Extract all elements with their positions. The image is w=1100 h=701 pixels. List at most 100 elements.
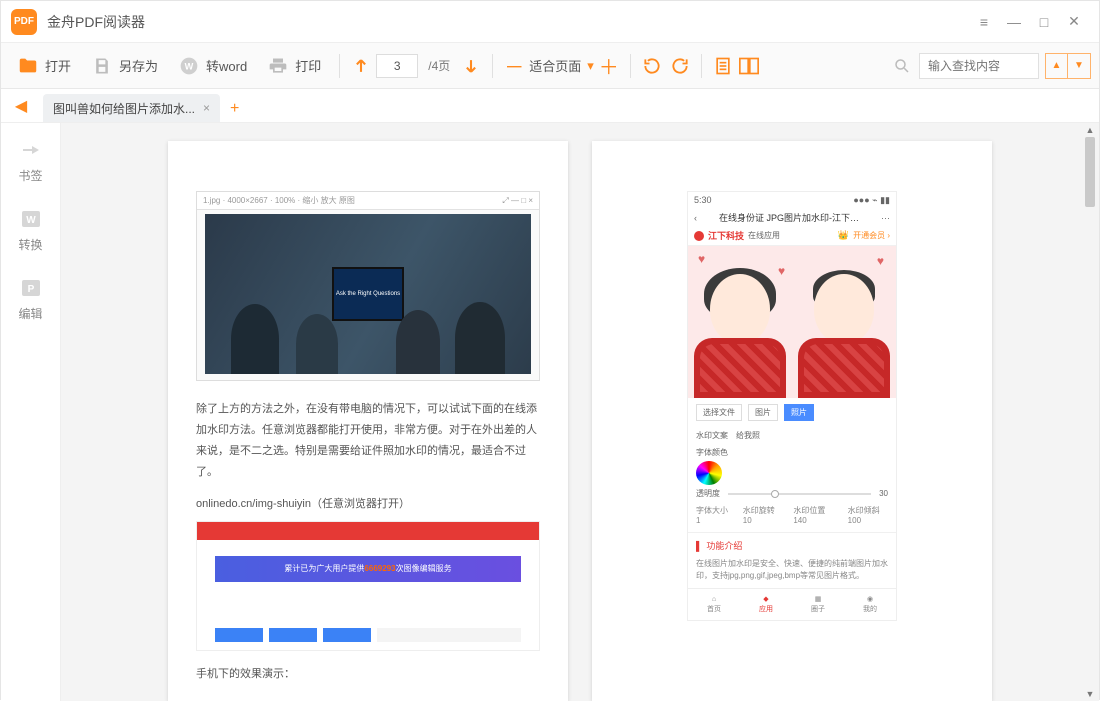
main-area: 书签 W 转换 P 编辑 1.jpg · 4000×2667 · 100% · …	[1, 123, 1099, 701]
phone-mockup: 5:30 ●●● ⌁ ▮▮ ‹ 在线身份证 JPG图片加水印-江下… ··· 江…	[687, 191, 897, 621]
font-color-label: 字体颜色	[696, 447, 728, 458]
zoom-mode-select[interactable]: 适合页面 ▾	[529, 56, 594, 75]
info-icon: ▌	[696, 541, 702, 551]
save-as-label: 另存为	[119, 56, 158, 75]
main-toolbar: 打开 另存为 W 转word 打印 /4页 － 适合页面 ▾ ＋	[1, 43, 1099, 89]
search-icon[interactable]	[891, 55, 913, 77]
phone-tab: 图片	[748, 404, 778, 421]
rotate-cw-icon[interactable]	[669, 55, 691, 77]
left-sidebar: 书签 W 转换 P 编辑	[1, 123, 61, 701]
close-button[interactable]: ✕	[1059, 7, 1089, 37]
user-icon: ◉	[867, 595, 873, 603]
two-page-icon[interactable]	[738, 55, 760, 77]
zoom-out-button[interactable]: －	[503, 55, 525, 77]
collapse-left-icon[interactable]: ◀	[9, 94, 33, 118]
phone-tabs: 选择文件 图片 照片	[688, 398, 896, 427]
banner-pre: 累计已为广大用户提供	[284, 563, 364, 574]
page1-paragraph: 除了上方的方法之外，在没有带电脑的情况下，可以试试下面的在线添加水印方法。任意浏…	[196, 399, 540, 483]
section-desc: 在线图片加水印是安全、快速、便捷的纯前端图片加水印，支持jpg,png,gif,…	[688, 558, 896, 588]
phone-more-icon: ···	[881, 213, 890, 223]
sidebar-item-convert[interactable]: W 转换	[18, 206, 44, 253]
page1-caption: 手机下的效果演示：	[196, 665, 540, 681]
phone-time: 5:30	[694, 195, 712, 205]
opacity-value: 30	[879, 489, 888, 498]
print-label: 打印	[295, 56, 321, 75]
pdf-page: 1.jpg · 4000×2667 · 100% · 缩小 放大 原图 ⤢ — …	[168, 141, 568, 701]
document-viewport[interactable]: 1.jpg · 4000×2667 · 100% · 缩小 放大 原图 ⤢ — …	[61, 123, 1099, 701]
search-next-icon[interactable]: ▼	[1068, 54, 1090, 78]
single-page-icon[interactable]	[712, 55, 734, 77]
phone-page-title: 在线身份证 JPG图片加水印-江下…	[703, 211, 875, 224]
phone-bottom-nav: ⌂首页 ◆应用 ▦圈子 ◉我的	[688, 588, 896, 620]
to-word-button[interactable]: W 转word	[170, 51, 255, 81]
monitor-screen: Ask the Right Questions	[332, 267, 404, 321]
page-number-input[interactable]	[376, 54, 418, 78]
phone-signal-icon: ●●● ⌁ ▮▮	[853, 195, 890, 206]
maximize-button[interactable]: □	[1029, 7, 1059, 37]
save-icon	[91, 55, 113, 77]
bookmark-icon	[18, 137, 44, 163]
save-as-button[interactable]: 另存为	[83, 51, 166, 81]
meeting-photo: Ask the Right Questions	[205, 214, 531, 374]
search-prev-icon[interactable]: ▲	[1046, 54, 1068, 78]
pdf-page: 5:30 ●●● ⌁ ▮▮ ‹ 在线身份证 JPG图片加水印-江下… ··· 江…	[592, 141, 992, 701]
minimize-button[interactable]: —	[999, 7, 1029, 37]
scroll-down-icon[interactable]: ▼	[1083, 687, 1097, 701]
scroll-up-icon[interactable]: ▲	[1083, 123, 1097, 137]
to-word-label: 转word	[206, 56, 247, 75]
open-button[interactable]: 打开	[9, 51, 79, 81]
watermark-text-label: 水印文案	[696, 430, 728, 441]
rotate-ccw-icon[interactable]	[641, 55, 663, 77]
opacity-slider	[728, 493, 871, 495]
phone-back-icon: ‹	[694, 213, 697, 223]
sidebar-bookmark-label: 书签	[18, 167, 42, 184]
page-up-icon[interactable]	[350, 55, 372, 77]
image-window-title: 1.jpg · 4000×2667 · 100% · 缩小 放大 原图	[203, 195, 355, 206]
chevron-down-icon: ▾	[587, 58, 594, 74]
banner-number: 6669293	[364, 564, 395, 573]
zoom-mode-label: 适合页面	[529, 56, 581, 75]
tab-close-icon[interactable]: ×	[203, 101, 210, 115]
app-title: 金舟PDF阅读器	[47, 12, 145, 32]
edit-icon: P	[18, 275, 44, 301]
metric: 水印倾斜 100	[848, 505, 888, 525]
brand-logo-icon	[694, 231, 704, 241]
scroll-thumb[interactable]	[1085, 137, 1095, 207]
open-label: 打开	[45, 56, 71, 75]
nav-label: 圈子	[811, 604, 825, 614]
document-tab[interactable]: 图叫兽如何给图片添加水... ×	[43, 94, 220, 122]
metric: 水印位置 140	[793, 505, 833, 525]
toolbar-separator	[492, 54, 493, 78]
vertical-scrollbar[interactable]: ▲ ▼	[1083, 123, 1097, 701]
phone-sample-image: ♥ ♥ ♥ ♥	[688, 246, 896, 399]
sidebar-item-edit[interactable]: P 编辑	[18, 275, 44, 322]
watermark-text-value: 给我照	[736, 430, 760, 441]
section-title: 功能介绍	[706, 539, 742, 552]
svg-text:W: W	[185, 61, 194, 71]
tab-strip: ◀ 图叫兽如何给图片添加水... × +	[1, 89, 1099, 123]
page-total-label: /4页	[428, 57, 450, 74]
home-icon: ⌂	[712, 596, 716, 603]
tab-title: 图叫兽如何给图片添加水...	[53, 100, 195, 117]
feed-icon: ▦	[815, 595, 822, 603]
brand-sub: 在线应用	[748, 230, 780, 241]
toolbar-separator	[701, 54, 702, 78]
nav-label: 首页	[707, 604, 721, 614]
convert-icon: W	[18, 206, 44, 232]
nav-label: 应用	[759, 604, 773, 614]
menu-icon[interactable]: ≡	[969, 7, 999, 37]
word-icon: W	[178, 55, 200, 77]
search-input[interactable]	[919, 53, 1039, 79]
page1-image-window: 1.jpg · 4000×2667 · 100% · 缩小 放大 原图 ⤢ — …	[196, 191, 540, 381]
zoom-in-button[interactable]: ＋	[598, 55, 620, 77]
app-logo-icon: PDF	[11, 9, 37, 35]
print-button[interactable]: 打印	[259, 51, 329, 81]
metric: 字体大小 1	[696, 505, 729, 525]
sidebar-item-bookmark[interactable]: 书签	[18, 137, 44, 184]
add-tab-button[interactable]: +	[230, 100, 239, 118]
folder-icon	[17, 55, 39, 77]
title-bar: PDF 金舟PDF阅读器 ≡ — □ ✕	[1, 1, 1099, 43]
sidebar-convert-label: 转换	[18, 236, 42, 253]
nav-label: 我的	[863, 604, 877, 614]
page-down-icon[interactable]	[460, 55, 482, 77]
